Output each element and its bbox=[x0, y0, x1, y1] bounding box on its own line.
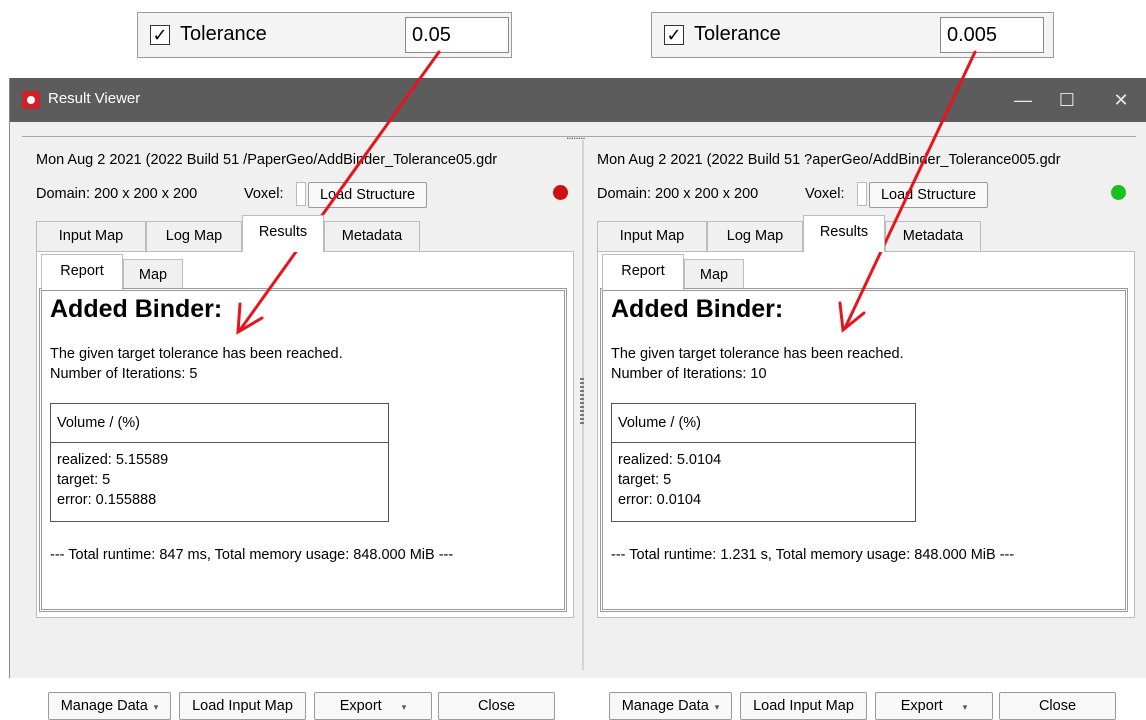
load-input-map-button[interactable]: Load Input Map bbox=[740, 692, 867, 720]
tab-metadata[interactable]: Metadata bbox=[885, 221, 981, 251]
subtab-report[interactable]: Report bbox=[41, 254, 123, 290]
window-title: Result Viewer bbox=[48, 90, 141, 107]
result-pane-right: Mon Aug 2 2021 (2022 Build 51 ?aperGeo/A… bbox=[597, 140, 1137, 720]
domain-info: Domain: 200 x 200 x 200 bbox=[36, 186, 198, 202]
tolerance-checkbox[interactable]: ✓ bbox=[664, 25, 684, 45]
report-view: Added Binder: The given target tolerance… bbox=[39, 288, 567, 612]
tab-results[interactable]: Results bbox=[803, 215, 885, 252]
target-value: target: 5 bbox=[57, 472, 111, 488]
export-button[interactable]: Export ▾ bbox=[314, 692, 432, 720]
manage-data-button[interactable]: Manage Data ▾ bbox=[48, 692, 171, 720]
tolerance-label: Tolerance bbox=[694, 23, 781, 45]
dropdown-arrow-icon: ▾ bbox=[401, 702, 407, 712]
close-button[interactable]: Close bbox=[438, 692, 555, 720]
voxel-field[interactable] bbox=[296, 182, 306, 206]
manage-data-button[interactable]: Manage Data ▾ bbox=[609, 692, 732, 720]
volume-table-header: Volume / (%) bbox=[612, 404, 915, 443]
volume-table-header: Volume / (%) bbox=[51, 404, 388, 443]
minimize-icon[interactable]: — bbox=[1000, 78, 1046, 122]
voxel-label: Voxel: bbox=[244, 186, 284, 202]
maximize-icon[interactable]: ☐ bbox=[1044, 78, 1090, 122]
error-value: error: 0.0104 bbox=[618, 492, 702, 508]
dropdown-arrow-icon: ▾ bbox=[153, 702, 159, 712]
app-icon bbox=[22, 91, 40, 109]
tab-results[interactable]: Results bbox=[242, 215, 324, 252]
result-pane-left: Mon Aug 2 2021 (2022 Build 51 /PaperGeo/… bbox=[36, 140, 576, 720]
tolerance-input[interactable]: 0.005 bbox=[940, 17, 1044, 53]
tab-input-map[interactable]: Input Map bbox=[597, 221, 707, 251]
realized-value: realized: 5.0104 bbox=[618, 452, 722, 468]
volume-table: Volume / (%) realized: 5.15589 target: 5… bbox=[50, 403, 389, 522]
volume-table: Volume / (%) realized: 5.0104 target: 5 … bbox=[611, 403, 916, 522]
results-panel: Report Map Added Binder: The given targe… bbox=[597, 251, 1135, 618]
report-message: The given target tolerance has been reac… bbox=[50, 346, 343, 362]
file-path: Mon Aug 2 2021 (2022 Build 51 ?aperGeo/A… bbox=[597, 152, 1061, 168]
report-heading: Added Binder: bbox=[611, 295, 784, 323]
load-structure-button[interactable]: Load Structure bbox=[308, 182, 427, 208]
tolerance-input[interactable]: 0.05 bbox=[405, 17, 509, 53]
tab-metadata[interactable]: Metadata bbox=[324, 221, 420, 251]
tab-input-map[interactable]: Input Map bbox=[36, 221, 146, 251]
subtab-map[interactable]: Map bbox=[123, 259, 183, 289]
domain-info: Domain: 200 x 200 x 200 bbox=[597, 186, 759, 202]
load-input-map-button[interactable]: Load Input Map bbox=[179, 692, 306, 720]
subtab-map[interactable]: Map bbox=[684, 259, 744, 289]
status-indicator bbox=[1111, 185, 1126, 200]
dropdown-arrow-icon: ▾ bbox=[962, 702, 968, 712]
report-message: The given target tolerance has been reac… bbox=[611, 346, 904, 362]
tab-log-map[interactable]: Log Map bbox=[146, 221, 242, 251]
iteration-count: Number of Iterations: 10 bbox=[611, 366, 767, 382]
tab-log-map[interactable]: Log Map bbox=[707, 221, 803, 251]
title-bar[interactable]: Result Viewer — ☐ ✕ bbox=[10, 78, 1146, 122]
tolerance-checkbox[interactable]: ✓ bbox=[150, 25, 170, 45]
load-structure-button[interactable]: Load Structure bbox=[869, 182, 988, 208]
report-view: Added Binder: The given target tolerance… bbox=[600, 288, 1128, 612]
subtab-report[interactable]: Report bbox=[602, 254, 684, 290]
target-value: target: 5 bbox=[618, 472, 672, 488]
status-indicator bbox=[553, 185, 568, 200]
runtime-summary: --- Total runtime: 847 ms, Total memory … bbox=[50, 547, 454, 563]
close-icon[interactable]: ✕ bbox=[1098, 78, 1144, 122]
report-heading: Added Binder: bbox=[50, 295, 223, 323]
results-panel: Report Map Added Binder: The given targe… bbox=[36, 251, 574, 618]
result-viewer-window: Result Viewer — ☐ ✕ ........ Mon Aug 2 2… bbox=[9, 78, 1146, 720]
runtime-summary: --- Total runtime: 1.231 s, Total memory… bbox=[611, 547, 1015, 563]
tolerance-panel-left: ✓ Tolerance 0.05 bbox=[137, 12, 512, 58]
error-value: error: 0.155888 bbox=[57, 492, 157, 508]
voxel-label: Voxel: bbox=[805, 186, 845, 202]
realized-value: realized: 5.15589 bbox=[57, 452, 169, 468]
dropdown-arrow-icon: ▾ bbox=[714, 702, 720, 712]
file-path: Mon Aug 2 2021 (2022 Build 51 /PaperGeo/… bbox=[36, 152, 498, 168]
tolerance-label: Tolerance bbox=[180, 23, 267, 45]
close-button[interactable]: Close bbox=[999, 692, 1116, 720]
export-button[interactable]: Export ▾ bbox=[875, 692, 993, 720]
iteration-count: Number of Iterations: 5 bbox=[50, 366, 198, 382]
voxel-field[interactable] bbox=[857, 182, 867, 206]
vertical-splitter-grip[interactable] bbox=[580, 378, 584, 424]
tolerance-panel-right: ✓ Tolerance 0.005 bbox=[651, 12, 1054, 58]
